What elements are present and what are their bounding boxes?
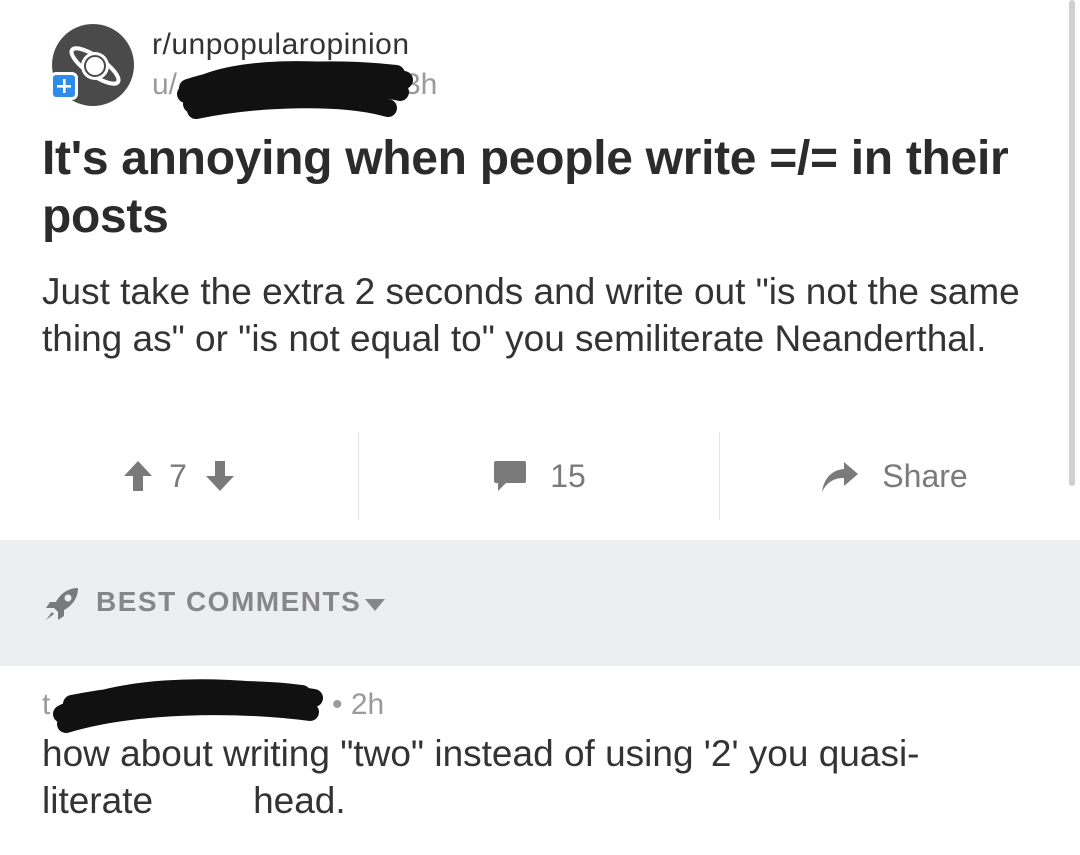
redaction-mark	[177, 61, 413, 119]
post-action-bar: 7 15 Share	[0, 432, 1068, 520]
caret-down-icon[interactable]	[364, 598, 386, 612]
vote-score: 7	[169, 457, 187, 494]
arrow-up-icon[interactable]	[123, 459, 153, 493]
redaction-mark	[53, 679, 323, 733]
share-button[interactable]: Share	[720, 432, 1068, 520]
comments-button[interactable]: 15	[359, 432, 719, 520]
comment-age: • 2h	[332, 688, 385, 721]
post-body: Just take the extra 2 seconds and write …	[42, 271, 1020, 359]
comment-count: 15	[550, 457, 586, 494]
author-prefix: u/	[152, 68, 178, 101]
post-title[interactable]: It's annoying when people write =/= in t…	[42, 130, 1032, 246]
comment-text-line: how about writing "two" instead of using…	[42, 733, 920, 774]
comments-sort-bar[interactable]: BEST COMMENTS	[0, 540, 1080, 666]
post-header: r/unpopularopinion u/ 3h	[0, 0, 1080, 120]
vote-controls: 7	[0, 432, 358, 520]
plus-icon	[57, 79, 71, 93]
sort-label: BEST COMMENTS	[96, 586, 362, 617]
join-button[interactable]	[50, 72, 78, 100]
comment-text-word: literate	[42, 780, 154, 821]
share-label: Share	[882, 457, 968, 494]
scrollbar[interactable]	[1069, 0, 1075, 486]
comment-text-word: head.	[253, 780, 346, 821]
arrow-down-icon[interactable]	[205, 459, 235, 493]
comment: t • 2h how about writing "two" instead of…	[0, 666, 1080, 855]
comment-body: how about writing "two" instead of using…	[42, 730, 1042, 824]
rocket-icon	[46, 588, 78, 620]
speech-bubble-icon	[494, 461, 527, 491]
share-arrow-icon	[822, 462, 859, 492]
